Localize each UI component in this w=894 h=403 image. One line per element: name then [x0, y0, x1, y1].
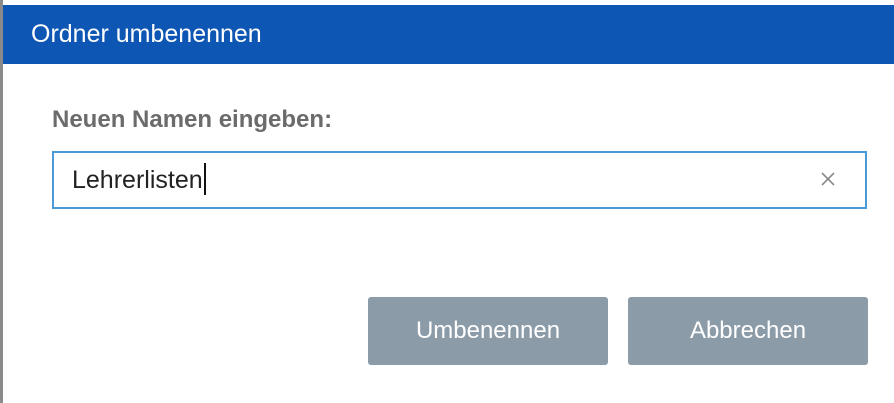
- dialog-title: Ordner umbenennen: [3, 5, 894, 64]
- cancel-button[interactable]: Abbrechen: [628, 297, 868, 365]
- folder-name-input[interactable]: Lehrerlisten: [52, 151, 867, 209]
- rename-button[interactable]: Umbenennen: [368, 297, 608, 365]
- input-text-wrapper[interactable]: Lehrerlisten: [72, 153, 206, 207]
- text-caret: [203, 163, 206, 196]
- rename-folder-dialog: Ordner umbenennen Neuen Namen eingeben: …: [0, 0, 894, 403]
- input-value[interactable]: Lehrerlisten: [72, 166, 203, 194]
- close-icon[interactable]: [817, 168, 839, 190]
- field-label: Neuen Namen eingeben:: [52, 106, 333, 133]
